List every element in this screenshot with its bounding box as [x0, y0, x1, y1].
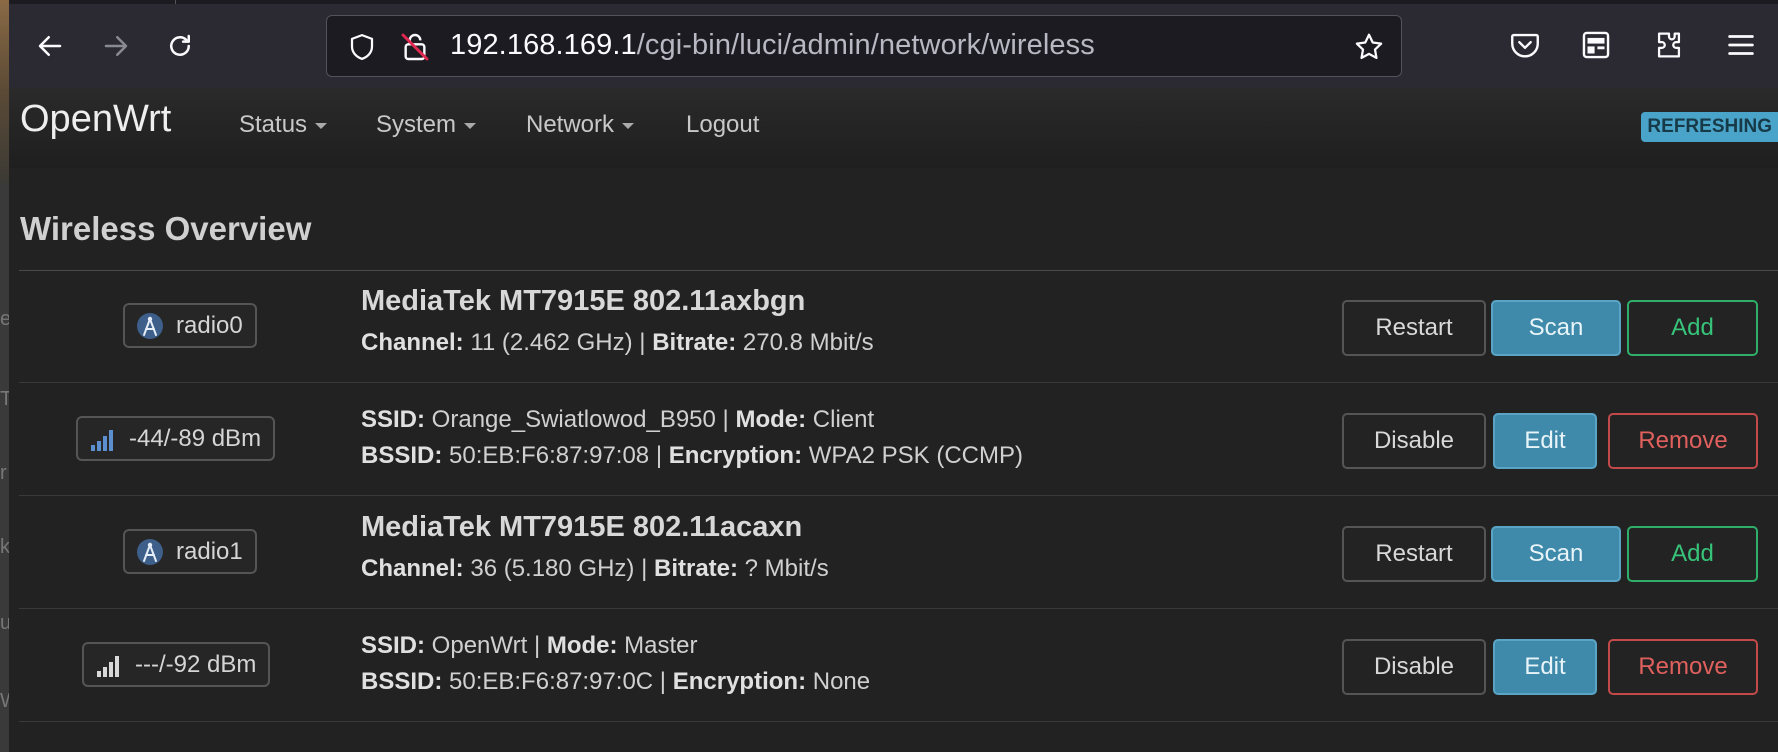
interface-bssid-line: BSSID: 50:EB:F6:87:97:0C | Encryption: N…: [361, 668, 871, 695]
restart-button[interactable]: Restart: [1342, 526, 1486, 582]
interface-row-client: -44/-89 dBm SSID: Orange_Swiatlowod_B950…: [19, 384, 1778, 496]
extensions-puzzle-icon[interactable]: [1652, 28, 1686, 62]
device-title: MediaTek MT7915E 802.11axbgn: [361, 285, 806, 317]
signal-strength-icon: [91, 429, 113, 451]
bookmark-star-icon[interactable]: [1353, 31, 1385, 63]
radio-badge[interactable]: radio0: [123, 303, 257, 348]
tab-strip: [0, 0, 1778, 4]
caret-down-icon: [315, 122, 328, 129]
device-row-radio1: radio1 MediaTek MT7915E 802.11acaxn Chan…: [19, 497, 1778, 609]
url-host: 192.168.169.1: [450, 29, 637, 61]
tracking-protection-shield-icon[interactable]: [347, 32, 377, 62]
container-tab-icon[interactable]: [1579, 28, 1613, 62]
edit-button[interactable]: Edit: [1493, 639, 1597, 695]
luci-header: OpenWrt Status System Network Logout REF…: [9, 88, 1778, 168]
bg-glyph: r: [0, 462, 7, 484]
disable-button[interactable]: Disable: [1342, 639, 1486, 695]
reload-icon[interactable]: [160, 26, 200, 66]
page-title: Wireless Overview: [20, 210, 312, 247]
device-row-radio0: radio0 MediaTek MT7915E 802.11axbgn Chan…: [19, 271, 1778, 383]
forward-icon[interactable]: [96, 26, 136, 66]
url-path: /cgi-bin/luci/admin/network/wireless: [636, 29, 1095, 61]
edit-button[interactable]: Edit: [1493, 413, 1597, 469]
signal-badge[interactable]: ---/-92 dBm: [82, 642, 271, 687]
scan-button[interactable]: Scan: [1491, 300, 1621, 356]
restart-button[interactable]: Restart: [1342, 300, 1486, 356]
radio-badge[interactable]: radio1: [123, 529, 257, 574]
remove-button[interactable]: Remove: [1608, 413, 1758, 469]
add-button[interactable]: Add: [1627, 300, 1758, 356]
insecure-lock-icon[interactable]: [399, 31, 431, 63]
pocket-icon[interactable]: [1508, 28, 1542, 62]
hamburger-menu-icon[interactable]: [1724, 28, 1758, 62]
bg-glyph: k: [0, 536, 9, 558]
wifi-antenna-icon: [137, 538, 163, 565]
signal-value: ---/-92 dBm: [135, 650, 257, 678]
refreshing-badge[interactable]: REFRESHING: [1641, 112, 1778, 142]
disable-button[interactable]: Disable: [1342, 413, 1486, 469]
browser-toolbar: 192.168.169.1/cgi-bin/luci/admin/network…: [0, 0, 1778, 88]
bg-glyph: T: [0, 388, 9, 410]
interface-row-master: ---/-92 dBm SSID: OpenWrt | Mode: Master…: [19, 610, 1778, 722]
menu-system[interactable]: System: [376, 111, 477, 139]
wifi-antenna-icon: [137, 312, 163, 339]
menu-logout[interactable]: Logout: [686, 111, 759, 139]
caret-down-icon: [464, 122, 477, 129]
menu-network[interactable]: Network: [526, 111, 635, 139]
interface-bssid-line: BSSID: 50:EB:F6:87:97:08 | Encryption: W…: [361, 442, 1023, 469]
interface-ssid-line: SSID: Orange_Swiatlowod_B950 | Mode: Cli…: [361, 406, 875, 433]
remove-button[interactable]: Remove: [1608, 639, 1758, 695]
radio-name: radio1: [176, 537, 243, 565]
radio-name: radio0: [176, 311, 243, 339]
interface-ssid-line: SSID: OpenWrt | Mode: Master: [361, 632, 698, 659]
signal-value: -44/-89 dBm: [129, 424, 262, 452]
bg-glyph: e: [0, 308, 9, 330]
background-window-strip: e T r k u W: [0, 0, 9, 752]
signal-strength-icon: [97, 655, 119, 677]
caret-down-icon: [622, 122, 635, 129]
menu-status[interactable]: Status: [239, 111, 328, 139]
address-bar[interactable]: 192.168.169.1/cgi-bin/luci/admin/network…: [326, 15, 1402, 77]
add-button[interactable]: Add: [1627, 526, 1758, 582]
brand-logo[interactable]: OpenWrt: [20, 98, 171, 141]
scan-button[interactable]: Scan: [1491, 526, 1621, 582]
back-icon[interactable]: [30, 26, 70, 66]
signal-badge[interactable]: -44/-89 dBm: [76, 416, 276, 461]
device-details: Channel: 11 (2.462 GHz) | Bitrate: 270.8…: [361, 329, 874, 356]
device-title: MediaTek MT7915E 802.11acaxn: [361, 511, 803, 543]
device-details: Channel: 36 (5.180 GHz) | Bitrate: ? Mbi…: [361, 555, 829, 582]
url-text[interactable]: 192.168.169.1/cgi-bin/luci/admin/network…: [450, 29, 1095, 62]
bg-glyph: W: [0, 690, 9, 713]
bg-glyph: u: [0, 612, 9, 634]
main-content: Wireless Overview radio0 MediaTek MT7915…: [9, 168, 1778, 752]
